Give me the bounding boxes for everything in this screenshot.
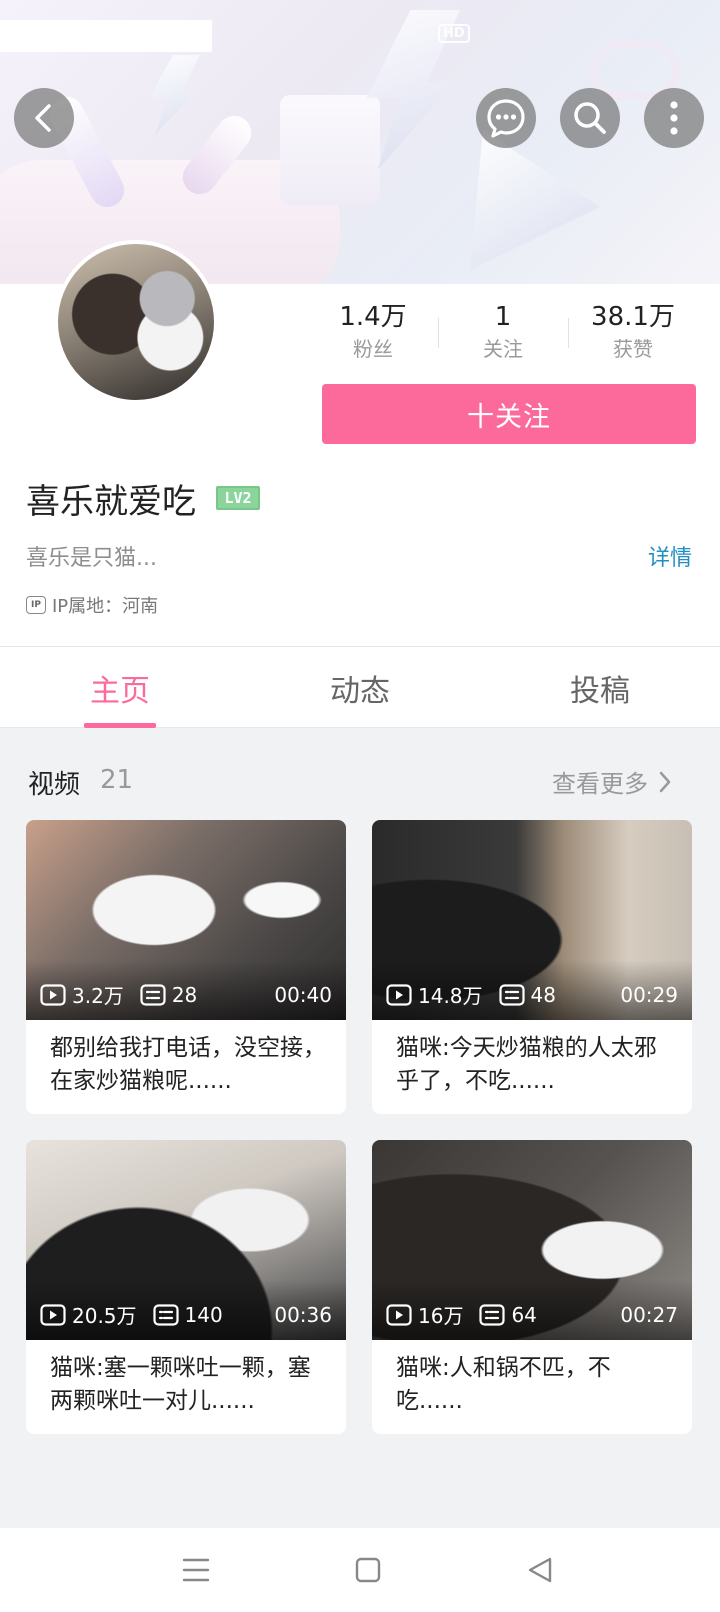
danmaku-icon <box>152 1303 179 1326</box>
video-card[interactable]: 3.2万 28 00:40 都别给我打电话，没空接，在家炒猫粮呢...... <box>26 820 346 1114</box>
message-button[interactable] <box>476 88 536 148</box>
stat-fans[interactable]: 1.4万 粉丝 <box>308 300 438 364</box>
tab-dynamics[interactable]: 动态 <box>240 647 480 729</box>
view-count: 3.2万 <box>72 984 124 1008</box>
triangle-back-icon <box>528 1557 552 1583</box>
tab-submissions[interactable]: 投稿 <box>480 647 720 729</box>
video-duration: 00:29 <box>620 982 678 1007</box>
level-badge: LV2 <box>216 486 260 510</box>
danmaku-icon <box>498 983 525 1006</box>
user-bio: 喜乐是只猫... <box>26 546 157 571</box>
stat-label: 关注 <box>483 337 523 361</box>
video-caption: 猫咪:人和锅不匹，不吃...... <box>396 1355 611 1414</box>
play-count-icon <box>386 983 412 1006</box>
video-caption: 都别给我打电话，没空接，在家炒猫粮呢...... <box>50 1035 326 1094</box>
detail-link[interactable]: 详情 <box>648 540 692 572</box>
play-count-icon <box>386 1303 412 1326</box>
videos-count: 21 <box>100 765 134 795</box>
nav-home-button[interactable] <box>348 1550 388 1590</box>
status-bar-mask <box>0 20 212 52</box>
comment-count: 140 <box>184 1302 223 1327</box>
video-card[interactable]: 20.5万 140 00:36 猫咪:塞一颗咪吐一颗，塞两颗咪吐一对儿.....… <box>26 1140 346 1434</box>
danmaku-icon <box>140 983 166 1006</box>
system-nav-bar <box>0 1528 720 1612</box>
menu-icon <box>182 1558 210 1582</box>
comment-count: 64 <box>511 1302 537 1327</box>
video-caption: 猫咪:塞一颗咪吐一颗，塞两颗咪吐一对儿...... <box>50 1355 311 1414</box>
play-count-icon <box>40 983 66 1006</box>
video-card[interactable]: 14.8万 48 00:29 猫咪:今天炒猫粮的人太邪乎了，不吃...... <box>372 820 692 1114</box>
view-more-button[interactable]: 查看更多 <box>552 764 672 799</box>
nav-menu-button[interactable] <box>176 1550 216 1590</box>
ip-location: IP IP属地：河南 <box>26 592 158 618</box>
view-count: 20.5万 <box>72 1304 137 1328</box>
ip-icon: IP <box>26 596 46 614</box>
square-icon <box>355 1557 381 1583</box>
danmaku-icon <box>479 1303 506 1326</box>
banner-decoration <box>470 130 600 270</box>
back-button[interactable] <box>14 88 74 148</box>
stat-label: 粉丝 <box>353 337 393 361</box>
search-button[interactable] <box>560 88 620 148</box>
video-duration: 00:40 <box>274 982 332 1007</box>
tab-home[interactable]: 主页 <box>0 647 240 729</box>
avatar[interactable] <box>54 240 218 404</box>
tab-active-indicator <box>84 723 156 728</box>
more-vertical-icon <box>670 101 678 135</box>
stat-following[interactable]: 1 关注 <box>438 300 568 364</box>
stat-likes[interactable]: 38.1万 获赞 <box>568 300 698 364</box>
comment-count: 28 <box>171 982 198 1007</box>
comment-count: 48 <box>530 982 556 1007</box>
profile-banner: HD <box>0 0 720 284</box>
follow-button[interactable]: 十关注 <box>322 384 696 444</box>
videos-section-title: 视频 <box>28 770 81 800</box>
nav-back-button[interactable] <box>520 1550 560 1590</box>
banner-decoration <box>149 55 200 135</box>
video-meta: 14.8万 48 00:29 <box>386 980 678 1009</box>
video-card[interactable]: 16万 64 00:27 猫咪:人和锅不匹，不吃...... <box>372 1140 692 1434</box>
chevron-right-icon <box>659 771 671 792</box>
view-more-label: 查看更多 <box>552 770 648 798</box>
video-meta: 3.2万 28 00:40 <box>40 980 332 1009</box>
search-icon <box>574 102 606 134</box>
user-name: 喜乐就爱吃 <box>26 482 196 522</box>
play-count-icon <box>40 1303 66 1326</box>
chat-bubble-icon <box>487 99 525 138</box>
video-meta: 20.5万 140 00:36 <box>40 1300 332 1329</box>
video-duration: 00:27 <box>620 1302 678 1327</box>
video-duration: 00:36 <box>274 1302 332 1327</box>
profile-tabs: 主页 动态 投稿 <box>0 646 720 728</box>
hd-badge: HD <box>438 24 470 43</box>
video-meta: 16万 64 00:27 <box>386 1300 678 1329</box>
more-button[interactable] <box>644 88 704 148</box>
chevron-left-icon <box>35 104 51 132</box>
view-count: 16万 <box>418 1304 464 1328</box>
stat-value: 1 <box>494 302 512 332</box>
stat-value: 1.4万 <box>339 302 407 332</box>
stat-label: 获赞 <box>613 337 653 361</box>
banner-decoration <box>280 95 380 205</box>
view-count: 14.8万 <box>418 984 483 1008</box>
ip-label: IP属地：河南 <box>52 596 159 617</box>
stat-value: 38.1万 <box>591 302 675 332</box>
video-caption: 猫咪:今天炒猫粮的人太邪乎了，不吃...... <box>396 1035 657 1094</box>
